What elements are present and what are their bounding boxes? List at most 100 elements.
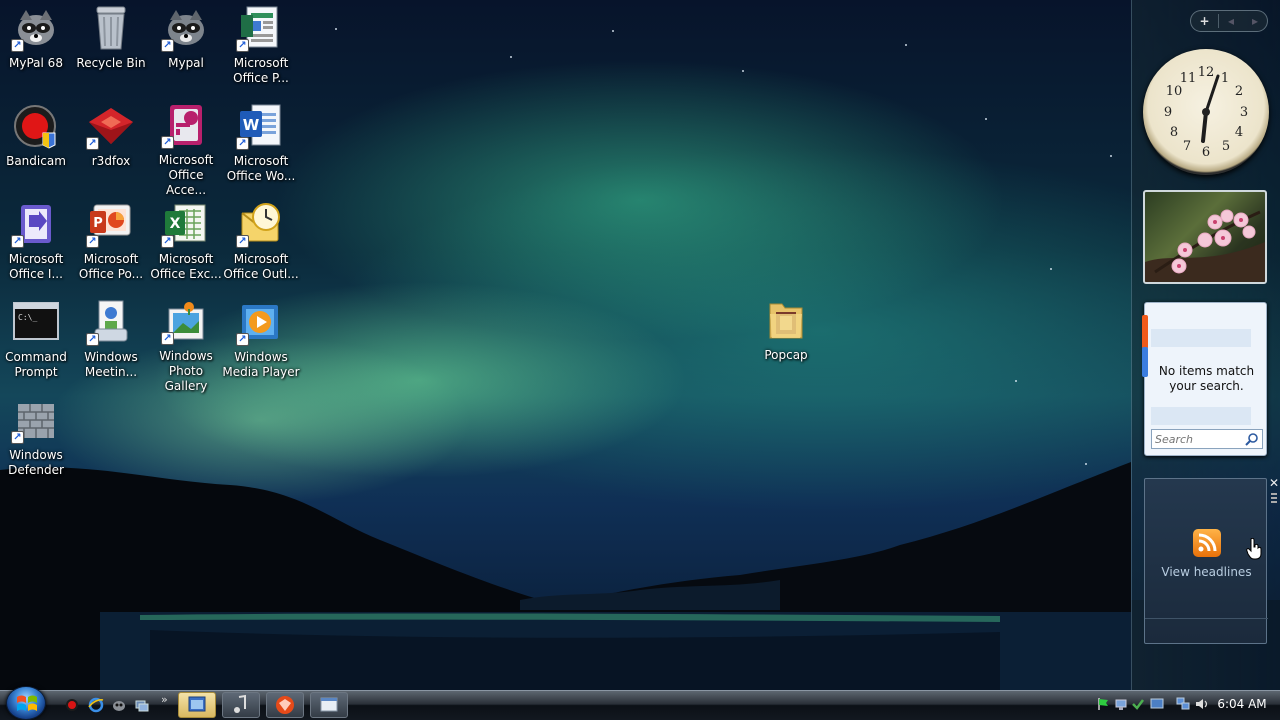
shortcut-arrow-icon: ↗	[11, 39, 24, 52]
previous-page-button[interactable]: ◂	[1219, 14, 1243, 28]
desktop-icon-office-access[interactable]: ↗ Microsoft Office Acce...	[147, 102, 225, 198]
shortcut-arrow-icon: ↗	[236, 137, 249, 150]
raccoon-icon: ↗	[11, 4, 60, 52]
drag-gadget-handle[interactable]	[1271, 493, 1277, 505]
desktop-icon-command-prompt[interactable]: C:\_ Command Prompt	[0, 298, 75, 394]
svg-text:X: X	[170, 216, 181, 232]
svg-text:W: W	[243, 116, 260, 134]
next-page-button[interactable]: ▸	[1243, 14, 1267, 28]
close-gadget-button[interactable]: ✕	[1268, 477, 1280, 489]
clock-gadget[interactable]: 12 1 2 3 4 5 6 7 8 9 10 11	[1143, 49, 1269, 175]
shortcut-arrow-icon: ↗	[161, 39, 174, 52]
shortcut-arrow-icon: ↗	[86, 235, 99, 248]
taskbar-button-r3dfox[interactable]	[266, 692, 304, 718]
desktop-icon-label: Microsoft Office Outl...	[223, 252, 299, 281]
switch-windows-icon[interactable]	[134, 697, 150, 713]
desktop-icon-label: Windows Media Player	[222, 350, 300, 379]
network-connection-icon[interactable]	[1176, 697, 1190, 711]
desktop-icon-bandicam[interactable]: Bandicam	[0, 102, 75, 198]
desktop-icon-recycle-bin[interactable]: Recycle Bin	[72, 4, 150, 100]
infopath-icon: ↗	[11, 200, 60, 248]
taskbar-button-window[interactable]	[310, 692, 348, 718]
svg-text:2: 2	[1235, 84, 1243, 99]
explorer-window-icon	[188, 696, 206, 712]
start-button[interactable]	[6, 686, 46, 720]
desktop-icon-label: Command Prompt	[5, 350, 67, 379]
desktop-icon-label: Microsoft Office Wo...	[226, 154, 296, 183]
gadget-divider	[1145, 618, 1268, 619]
feed-search-input[interactable]	[1152, 430, 1240, 448]
excel-icon: X ↗	[161, 200, 210, 248]
svg-text:1: 1	[1221, 71, 1229, 86]
internet-explorer-icon[interactable]	[88, 697, 104, 713]
desktop-icon-label: Windows Photo Gallery	[159, 349, 213, 393]
flag-icon[interactable]	[1096, 697, 1110, 711]
desktop-icon-label: r3dfox	[91, 154, 131, 168]
mypal-quicklaunch-icon[interactable]	[111, 697, 127, 713]
taskbar-button-explorer[interactable]	[178, 692, 216, 718]
display-icon[interactable]	[1150, 697, 1164, 711]
desktop-icon-label: Recycle Bin	[76, 56, 146, 70]
folder-icon	[762, 296, 810, 344]
shortcut-arrow-icon: ↗	[236, 235, 249, 248]
svg-text:10: 10	[1166, 84, 1183, 99]
powerpoint-icon: P ↗	[86, 200, 135, 248]
desktop-icon-windows-defender[interactable]: ↗ Windows Defender	[0, 396, 75, 492]
shortcut-arrow-icon: ↗	[161, 136, 174, 149]
shortcut-arrow-icon: ↗	[236, 39, 249, 52]
feed-search-gadget: No items match your search.	[1142, 302, 1267, 456]
desktop-icon-office-publisher[interactable]: ↗ Microsoft Office P...	[222, 4, 300, 100]
svg-text:P: P	[93, 216, 103, 231]
svg-text:7: 7	[1183, 139, 1191, 154]
desktop-icon-office-powerpoint[interactable]: P ↗ Microsoft Office Po...	[72, 200, 150, 296]
svg-text:12: 12	[1198, 65, 1215, 80]
feed-tab-orange[interactable]	[1142, 315, 1148, 349]
taskbar-button-media[interactable]	[222, 692, 260, 718]
publisher-document-icon: ↗	[236, 4, 285, 52]
desktop-icon-r3dfox[interactable]: ↗ r3dfox	[72, 102, 150, 198]
add-gadget-button[interactable]: +	[1191, 14, 1219, 28]
outlook-clock-icon: ↗	[236, 200, 285, 248]
desktop-icon-windows-media-player[interactable]: ↗ Windows Media Player	[222, 298, 300, 394]
shortcut-arrow-icon: ↗	[236, 333, 249, 346]
photo-gallery-icon: ↗	[161, 298, 210, 345]
desktop-icon-label: Windows Meetin...	[84, 350, 138, 379]
shortcut-arrow-icon: ↗	[11, 235, 24, 248]
bandicam-record-icon	[12, 102, 60, 150]
desktop-icon-label: Microsoft Office I...	[8, 252, 64, 281]
volume-icon[interactable]	[1195, 697, 1209, 711]
desktop-icon-label: Mypal	[168, 56, 204, 70]
security-check-icon[interactable]	[1131, 697, 1145, 711]
rss-feed-icon	[1193, 529, 1221, 557]
hand-cursor-icon	[1246, 538, 1262, 560]
view-headlines-link[interactable]: View headlines	[1145, 565, 1268, 579]
search-icon[interactable]	[1245, 432, 1259, 446]
desktop-icon-mypal-68[interactable]: ↗ MyPal 68	[0, 4, 75, 100]
slideshow-gadget[interactable]	[1143, 190, 1267, 284]
no-results-message: No items match your search.	[1158, 364, 1255, 393]
feed-headlines-gadget[interactable]: View headlines	[1144, 478, 1268, 644]
desktop-icon-label: Microsoft Office Acce...	[158, 153, 214, 197]
shortcut-arrow-icon: ↗	[161, 235, 174, 248]
taskbar-clock[interactable]: 6:04 AM	[1212, 697, 1272, 711]
desktop-icon-office-word[interactable]: W ↗ Microsoft Office Wo...	[222, 102, 300, 198]
windows-logo-icon	[17, 695, 37, 711]
desktop-icon-office-infopath[interactable]: ↗ Microsoft Office I...	[0, 200, 75, 296]
svg-text:11: 11	[1180, 71, 1197, 86]
desktop-icon-label: Microsoft Office Po...	[78, 252, 144, 281]
desktop-icon-office-outlook[interactable]: ↗ Microsoft Office Outl...	[222, 200, 300, 296]
shortcut-arrow-icon: ↗	[11, 431, 24, 444]
network-icon[interactable]	[1114, 697, 1128, 711]
desktop-icon-label: Bandicam	[6, 154, 66, 168]
desktop-icon-label: Windows Defender	[8, 448, 64, 477]
bandicam-quicklaunch-icon[interactable]	[64, 697, 80, 713]
desktop-icon-windows-photo-gallery[interactable]: ↗ Windows Photo Gallery	[147, 298, 225, 394]
clock-face: 12 1 2 3 4 5 6 7 8 9 10 11	[1164, 65, 1248, 160]
feed-row-placeholder	[1151, 407, 1251, 425]
quicklaunch-overflow-icon[interactable]: »	[161, 693, 168, 706]
desktop-icon-popcap-folder[interactable]: Popcap	[747, 296, 825, 392]
desktop-icon-mypal[interactable]: ↗ Mypal	[147, 4, 225, 100]
svg-text:C:\_: C:\_	[18, 313, 37, 322]
desktop-icon-office-excel[interactable]: X ↗ Microsoft Office Exc...	[147, 200, 225, 296]
desktop-icon-windows-meeting-space[interactable]: ↗ Windows Meetin...	[72, 298, 150, 394]
